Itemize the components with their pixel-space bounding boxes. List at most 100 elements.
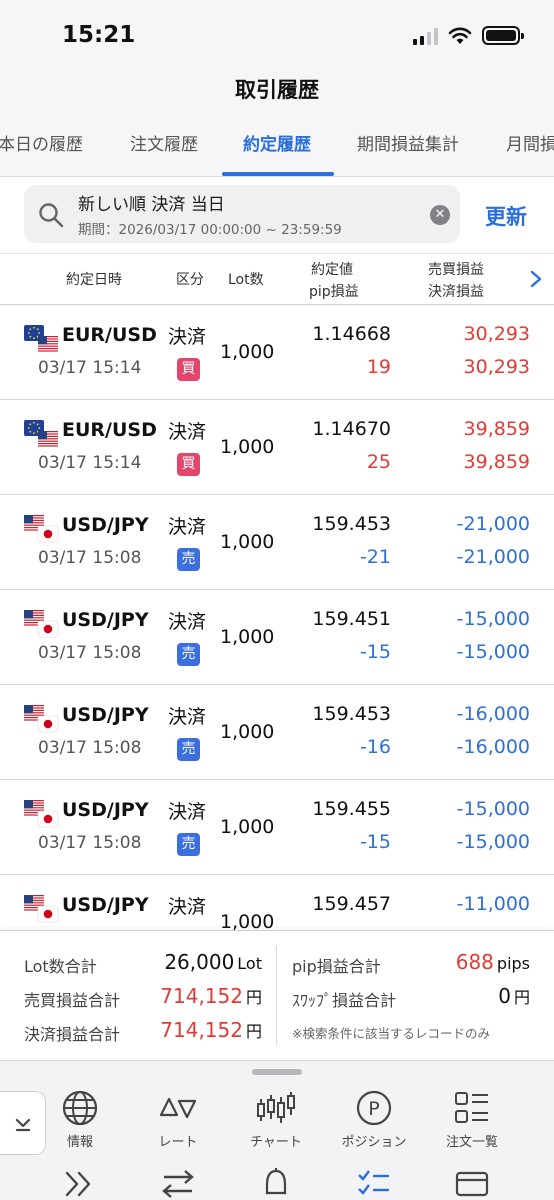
execution-price: 159.457 bbox=[312, 893, 391, 915]
app-header: 15:21 取引履歴 本日の履歴 注文履歴 約定履歴 期間損益集計 月間損 bbox=[0, 0, 554, 176]
execution-datetime: 03/17 15:08 bbox=[38, 738, 142, 758]
tab-today-history[interactable]: 本日の履歴 bbox=[0, 130, 83, 155]
order-list-icon bbox=[455, 1092, 488, 1123]
drawer-grabber[interactable] bbox=[252, 1069, 302, 1075]
execution-row[interactable]: USD/JPY 03/17 15:08 決済売 1,000 159.453 -16 -16,… bbox=[0, 685, 554, 780]
settle-pl: -16,000 bbox=[456, 736, 530, 758]
tab-monthly-pl[interactable]: 月間損 bbox=[506, 130, 554, 155]
swap-total-value: 0円 bbox=[498, 984, 530, 1008]
trade-type: 決済 bbox=[168, 326, 207, 348]
eur-usd-flag-icon bbox=[24, 325, 58, 352]
pip-total-label: pip損益合計 bbox=[292, 957, 381, 976]
currency-pair: EUR/USD bbox=[62, 419, 157, 441]
rate-icon bbox=[159, 1097, 197, 1119]
col-lots: Lot数 bbox=[228, 272, 264, 288]
col-price: 約定値 bbox=[311, 262, 353, 278]
settle-pl: -15,000 bbox=[456, 831, 530, 853]
clear-icon[interactable]: ✕ bbox=[430, 205, 450, 225]
execution-price: 159.453 bbox=[312, 703, 391, 725]
execution-row[interactable]: USD/JPY 03/17 15:08 決済売 1,000 159.453 -21 -21,… bbox=[0, 495, 554, 590]
chevron-right-icon[interactable] bbox=[530, 270, 542, 288]
status-icons bbox=[413, 26, 524, 45]
battery-icon bbox=[482, 26, 524, 45]
execution-list: EUR/USD 03/17 15:14 決済買 1,000 1.14668 19 30,29… bbox=[0, 305, 554, 930]
execution-row[interactable]: USD/JPY 決済 1,000 159.457 -11,000 bbox=[0, 875, 554, 930]
side-badge: 買 bbox=[177, 358, 200, 381]
trade-pl: -21,000 bbox=[456, 513, 530, 535]
trade-pl-total-label: 売買損益合計 bbox=[24, 991, 121, 1010]
tab-execution-history[interactable]: 約定履歴 bbox=[243, 130, 311, 155]
settle-pl: 39,859 bbox=[463, 451, 530, 473]
summary-divider bbox=[276, 945, 277, 1045]
nav-alert[interactable] bbox=[231, 1167, 321, 1200]
side-badge: 売 bbox=[177, 643, 200, 666]
lot-count: 1,000 bbox=[220, 341, 275, 363]
currency-pair: USD/JPY bbox=[62, 894, 149, 916]
lot-total-label: Lot数合計 bbox=[24, 957, 97, 976]
execution-row[interactable]: EUR/USD 03/17 15:14 決済買 1,000 1.14668 19 30,29… bbox=[0, 305, 554, 400]
lot-total-value: 26,000 Lot bbox=[164, 950, 262, 974]
pip-pl: 19 bbox=[366, 356, 391, 378]
trade-pl: -15,000 bbox=[456, 608, 530, 630]
refresh-button[interactable]: 更新 bbox=[485, 201, 527, 231]
search-icon bbox=[39, 203, 64, 228]
nav-position[interactable]: P ポジション bbox=[329, 1089, 419, 1150]
execution-datetime: 03/17 15:08 bbox=[38, 833, 142, 853]
currency-pair: EUR/USD bbox=[62, 324, 157, 346]
summary-panel: Lot数合計 26,000 Lot 売買損益合計 714,152 円 決済損益合計 … bbox=[0, 930, 554, 1060]
globe-icon bbox=[62, 1090, 98, 1126]
execution-price: 159.455 bbox=[312, 798, 391, 820]
usd-jpy-flag-icon bbox=[24, 895, 59, 923]
col-datetime: 約定日時 bbox=[66, 272, 122, 288]
filter-summary: 新しい順 決済 当日 bbox=[78, 195, 225, 215]
tab-order-history[interactable]: 注文履歴 bbox=[130, 130, 198, 155]
trade-pl: 30,293 bbox=[463, 323, 530, 345]
lot-count: 1,000 bbox=[220, 816, 275, 838]
execution-price: 159.451 bbox=[312, 608, 391, 630]
execution-datetime: 03/17 15:08 bbox=[38, 643, 142, 663]
execution-row[interactable]: EUR/USD 03/17 15:14 決済買 1,000 1.14670 25 39,85… bbox=[0, 400, 554, 495]
filter-box[interactable]: 新しい順 決済 当日 期間：2026/03/17 00:00:00 ~ 23:5… bbox=[24, 185, 460, 243]
nav-info[interactable]: 情報 bbox=[35, 1089, 125, 1150]
status-time: 15:21 bbox=[62, 22, 136, 48]
lot-count: 1,000 bbox=[220, 721, 275, 743]
double-chevron-icon bbox=[65, 1171, 91, 1197]
nav-order-list[interactable]: 注文一覧 bbox=[427, 1089, 517, 1150]
execution-price: 1.14668 bbox=[312, 323, 391, 345]
col-pip: pip損益 bbox=[309, 284, 359, 300]
pip-pl: -21 bbox=[359, 546, 391, 568]
usd-jpy-flag-icon bbox=[24, 705, 59, 733]
swap-total-label: ｽﾜｯﾌﾟ損益合計 bbox=[292, 991, 397, 1010]
pip-pl: 25 bbox=[366, 451, 391, 473]
eur-usd-flag-icon bbox=[24, 420, 58, 447]
tab-period-pl[interactable]: 期間損益集計 bbox=[357, 130, 459, 155]
currency-pair: USD/JPY bbox=[62, 609, 149, 631]
execution-row[interactable]: USD/JPY 03/17 15:08 決済売 1,000 159.451 -15 -15,… bbox=[0, 590, 554, 685]
filter-area: 新しい順 決済 当日 期間：2026/03/17 00:00:00 ~ 23:5… bbox=[0, 177, 554, 253]
trade-pl-total-value: 714,152 円 bbox=[160, 984, 262, 1008]
nav-rate[interactable]: レート bbox=[133, 1089, 223, 1150]
nav-more[interactable] bbox=[35, 1167, 125, 1200]
lot-count: 1,000 bbox=[220, 531, 275, 553]
settle-pl-total-label: 決済損益合計 bbox=[24, 1025, 121, 1044]
trade-pl: -11,000 bbox=[456, 893, 530, 915]
settle-pl-total-value: 714,152 円 bbox=[160, 1018, 262, 1042]
nav-swap[interactable] bbox=[133, 1167, 223, 1200]
swap-arrows-icon bbox=[162, 1170, 194, 1198]
svg-text:P: P bbox=[368, 1098, 379, 1120]
trade-type: 決済 bbox=[168, 896, 207, 918]
nav-chart[interactable]: チャート bbox=[231, 1089, 321, 1150]
collapse-down-icon bbox=[15, 1118, 31, 1132]
nav-checklist[interactable] bbox=[329, 1167, 419, 1200]
trade-type: 決済 bbox=[168, 516, 207, 538]
side-badge: 売 bbox=[177, 738, 200, 761]
trade-type: 決済 bbox=[168, 801, 207, 823]
nav-card[interactable] bbox=[427, 1167, 517, 1200]
execution-row[interactable]: USD/JPY 03/17 15:08 決済売 1,000 159.455 -15 -15,… bbox=[0, 780, 554, 875]
side-badge: 売 bbox=[177, 833, 200, 856]
trade-type: 決済 bbox=[168, 611, 207, 633]
bottom-nav: 情報 レート チャート P ポジション 注文一覧 bbox=[0, 1060, 554, 1200]
card-icon bbox=[455, 1171, 489, 1197]
filter-period: 期間：2026/03/17 00:00:00 ~ 23:59:59 bbox=[78, 222, 342, 238]
col-side: 区分 bbox=[176, 272, 204, 288]
